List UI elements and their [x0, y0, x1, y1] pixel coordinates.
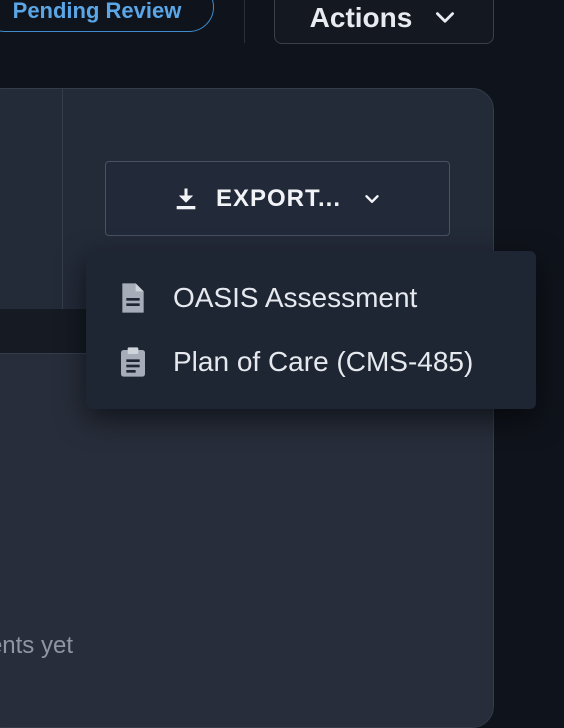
export-button[interactable]: EXPORT...	[105, 161, 450, 236]
menu-item-label: OASIS Assessment	[173, 282, 418, 313]
menu-item-oasis-assessment[interactable]: OASIS Assessment	[86, 266, 536, 330]
empty-state-text: No documents yet	[0, 632, 73, 659]
export-menu: OASIS Assessment Plan of Care (CMS-485)	[86, 251, 536, 409]
card-divider	[62, 89, 63, 309]
menu-item-plan-of-care[interactable]: Plan of Care (CMS-485)	[86, 330, 536, 394]
header-divider	[244, 0, 245, 43]
chevron-down-icon	[365, 194, 379, 203]
chevron-down-icon	[436, 12, 455, 23]
menu-item-label: Plan of Care (CMS-485)	[173, 346, 474, 377]
clipboard-icon	[121, 347, 145, 377]
documents-panel: No documents yet	[0, 353, 493, 727]
actions-button[interactable]: Actions	[274, 0, 494, 44]
download-icon	[176, 188, 196, 209]
actions-label: Actions	[309, 2, 413, 33]
export-label: EXPORT...	[215, 184, 342, 212]
document-icon	[122, 283, 144, 313]
status-badge[interactable]: Pending Review	[0, 0, 214, 32]
